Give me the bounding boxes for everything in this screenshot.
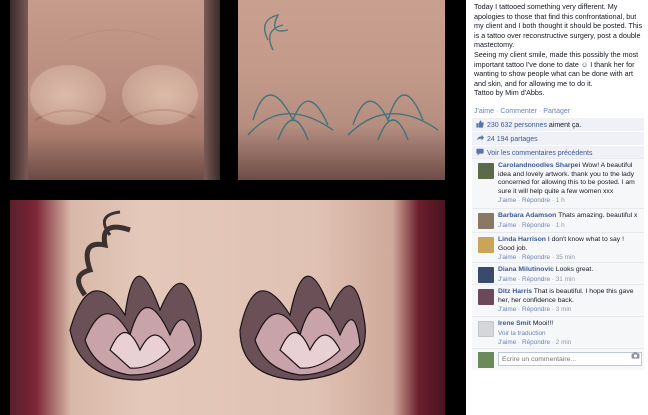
comment-item: Linda Harrison I don't know what to say … — [472, 232, 644, 262]
comment-item: Diana Milutinovic Looks great. J'aime · … — [472, 262, 644, 284]
comment-input[interactable] — [498, 352, 642, 366]
photo-before[interactable] — [10, 0, 220, 180]
like-link[interactable]: J'aime — [474, 108, 494, 115]
avatar[interactable] — [478, 163, 494, 179]
post-sidebar: Today I tattooed something very differen… — [466, 0, 648, 415]
comment-like-link[interactable]: J'aime — [498, 254, 516, 261]
comment-composer — [472, 348, 644, 370]
comment-body: Linda Harrison I don't know what to say … — [498, 236, 642, 263]
comment-like-link[interactable]: J'aime — [498, 276, 516, 283]
comment-body: Barbara Adamson Thats amazing. beautiful… — [498, 212, 642, 230]
avatar — [478, 352, 494, 368]
comment-item: Ditz Harris That is beautiful. I hope th… — [472, 284, 644, 316]
comment-item: Barbara Adamson Thats amazing. beautiful… — [472, 208, 644, 232]
photo-tattoo-illustration — [69, 210, 366, 381]
shares-summary: 24 194 partages — [472, 132, 644, 145]
separator: · — [496, 108, 499, 115]
photo-stencil-illustration — [247, 13, 439, 141]
comment-reply-link[interactable]: Répondre — [522, 339, 550, 346]
comment-body: Diana Milutinovic Looks great. J'aime · … — [498, 266, 642, 284]
comment-reply-link[interactable]: Répondre — [522, 306, 550, 313]
comment-meta: J'aime · Répondre · 1 h — [498, 197, 565, 205]
comment-like-link[interactable]: J'aime — [498, 339, 516, 346]
comment-author[interactable]: Linda Harrison — [498, 236, 546, 243]
comment-item: Irene Smit Mooi!!! Voir la traduction J'… — [472, 316, 644, 348]
comment-reply-link[interactable]: Répondre — [522, 254, 550, 261]
comment-author[interactable]: Ditz Harris — [498, 288, 532, 295]
likes-suffix: aiment ça. — [548, 122, 582, 129]
caption-line: Today I tattooed something very differen… — [474, 2, 643, 50]
avatar[interactable] — [478, 237, 494, 253]
thumbs-up-icon — [476, 120, 484, 128]
photo-stencil[interactable] — [238, 0, 445, 180]
comment-time[interactable]: 2 min — [556, 339, 572, 346]
likes-summary: 230 632 personnes aiment ça. — [472, 118, 644, 131]
avatar[interactable] — [478, 321, 494, 337]
comment-time[interactable]: 1 h — [556, 222, 565, 229]
comment-reply-link[interactable]: Répondre — [522, 276, 550, 283]
avatar[interactable] — [478, 213, 494, 229]
separator: · — [538, 108, 542, 115]
comment-author[interactable]: Barbara Adamson — [498, 212, 556, 219]
comment-text: Mooi!!! — [532, 320, 554, 327]
comment-time[interactable]: 31 min — [556, 276, 575, 283]
comment-body: Carolandnoodles Sharpei Wow! A beautiful… — [498, 162, 642, 206]
comment-meta: J'aime · Répondre · 2 min — [498, 339, 572, 347]
comment-author[interactable]: Irene Smit — [498, 320, 531, 327]
comment-item: Carolandnoodles Sharpei Wow! A beautiful… — [472, 158, 644, 208]
comment-like-link[interactable]: J'aime — [498, 222, 516, 229]
comment-meta: Voir la traduction — [498, 330, 642, 339]
caption-line: Seeing my client smile, made this possib… — [474, 49, 639, 88]
post-caption: Today I tattooed something very differen… — [474, 2, 646, 98]
previous-comments-link[interactable]: Voir les commentaires précédents — [487, 150, 592, 157]
comment-text: Looks great. — [555, 266, 594, 273]
see-translation-link[interactable]: Voir la traduction — [498, 330, 546, 337]
comment-time[interactable]: 1 h — [556, 197, 565, 204]
share-link[interactable]: Partager — [543, 108, 570, 115]
comment-link[interactable]: Commenter — [500, 108, 537, 115]
photo-finished-tattoo[interactable] — [10, 200, 445, 415]
photo-before-illustration — [30, 29, 198, 125]
comment-body: Ditz Harris That is beautiful. I hope th… — [498, 288, 642, 315]
comment-meta: J'aime · Répondre · 3 min — [498, 306, 572, 314]
comment-time[interactable]: 35 min — [556, 254, 575, 261]
avatar[interactable] — [478, 267, 494, 283]
comment-like-link[interactable]: J'aime — [498, 197, 516, 204]
comment-reply-link[interactable]: Répondre — [522, 197, 550, 204]
comment-author[interactable]: Diana Milutinovic — [498, 266, 554, 273]
comment-body: Irene Smit Mooi!!! Voir la traduction J'… — [498, 320, 642, 348]
comment-meta: J'aime · Répondre · 31 min — [498, 275, 575, 283]
comment-author[interactable]: Carolandnoodles Sharpei — [498, 162, 580, 169]
shares-link[interactable]: 24 194 partages — [487, 136, 538, 143]
comment-bubble-icon — [476, 148, 484, 156]
comment-like-link[interactable]: J'aime — [498, 306, 516, 313]
comment-text: Thats amazing. beautiful x — [558, 212, 638, 219]
likes-count-link[interactable]: 230 632 personnes — [487, 122, 547, 129]
comment-meta: J'aime · Répondre · 1 h — [498, 221, 565, 229]
post-actions: J'aime · Commenter · Partager — [474, 108, 570, 115]
photo-viewer — [0, 0, 466, 415]
camera-icon[interactable] — [631, 352, 640, 359]
share-icon — [476, 134, 484, 141]
comment-time[interactable]: 3 min — [556, 306, 572, 313]
comment-reply-link[interactable]: Répondre — [522, 222, 550, 229]
avatar[interactable] — [478, 289, 494, 305]
caption-line: Tattoo by Mim d'Abbs. — [474, 88, 545, 98]
